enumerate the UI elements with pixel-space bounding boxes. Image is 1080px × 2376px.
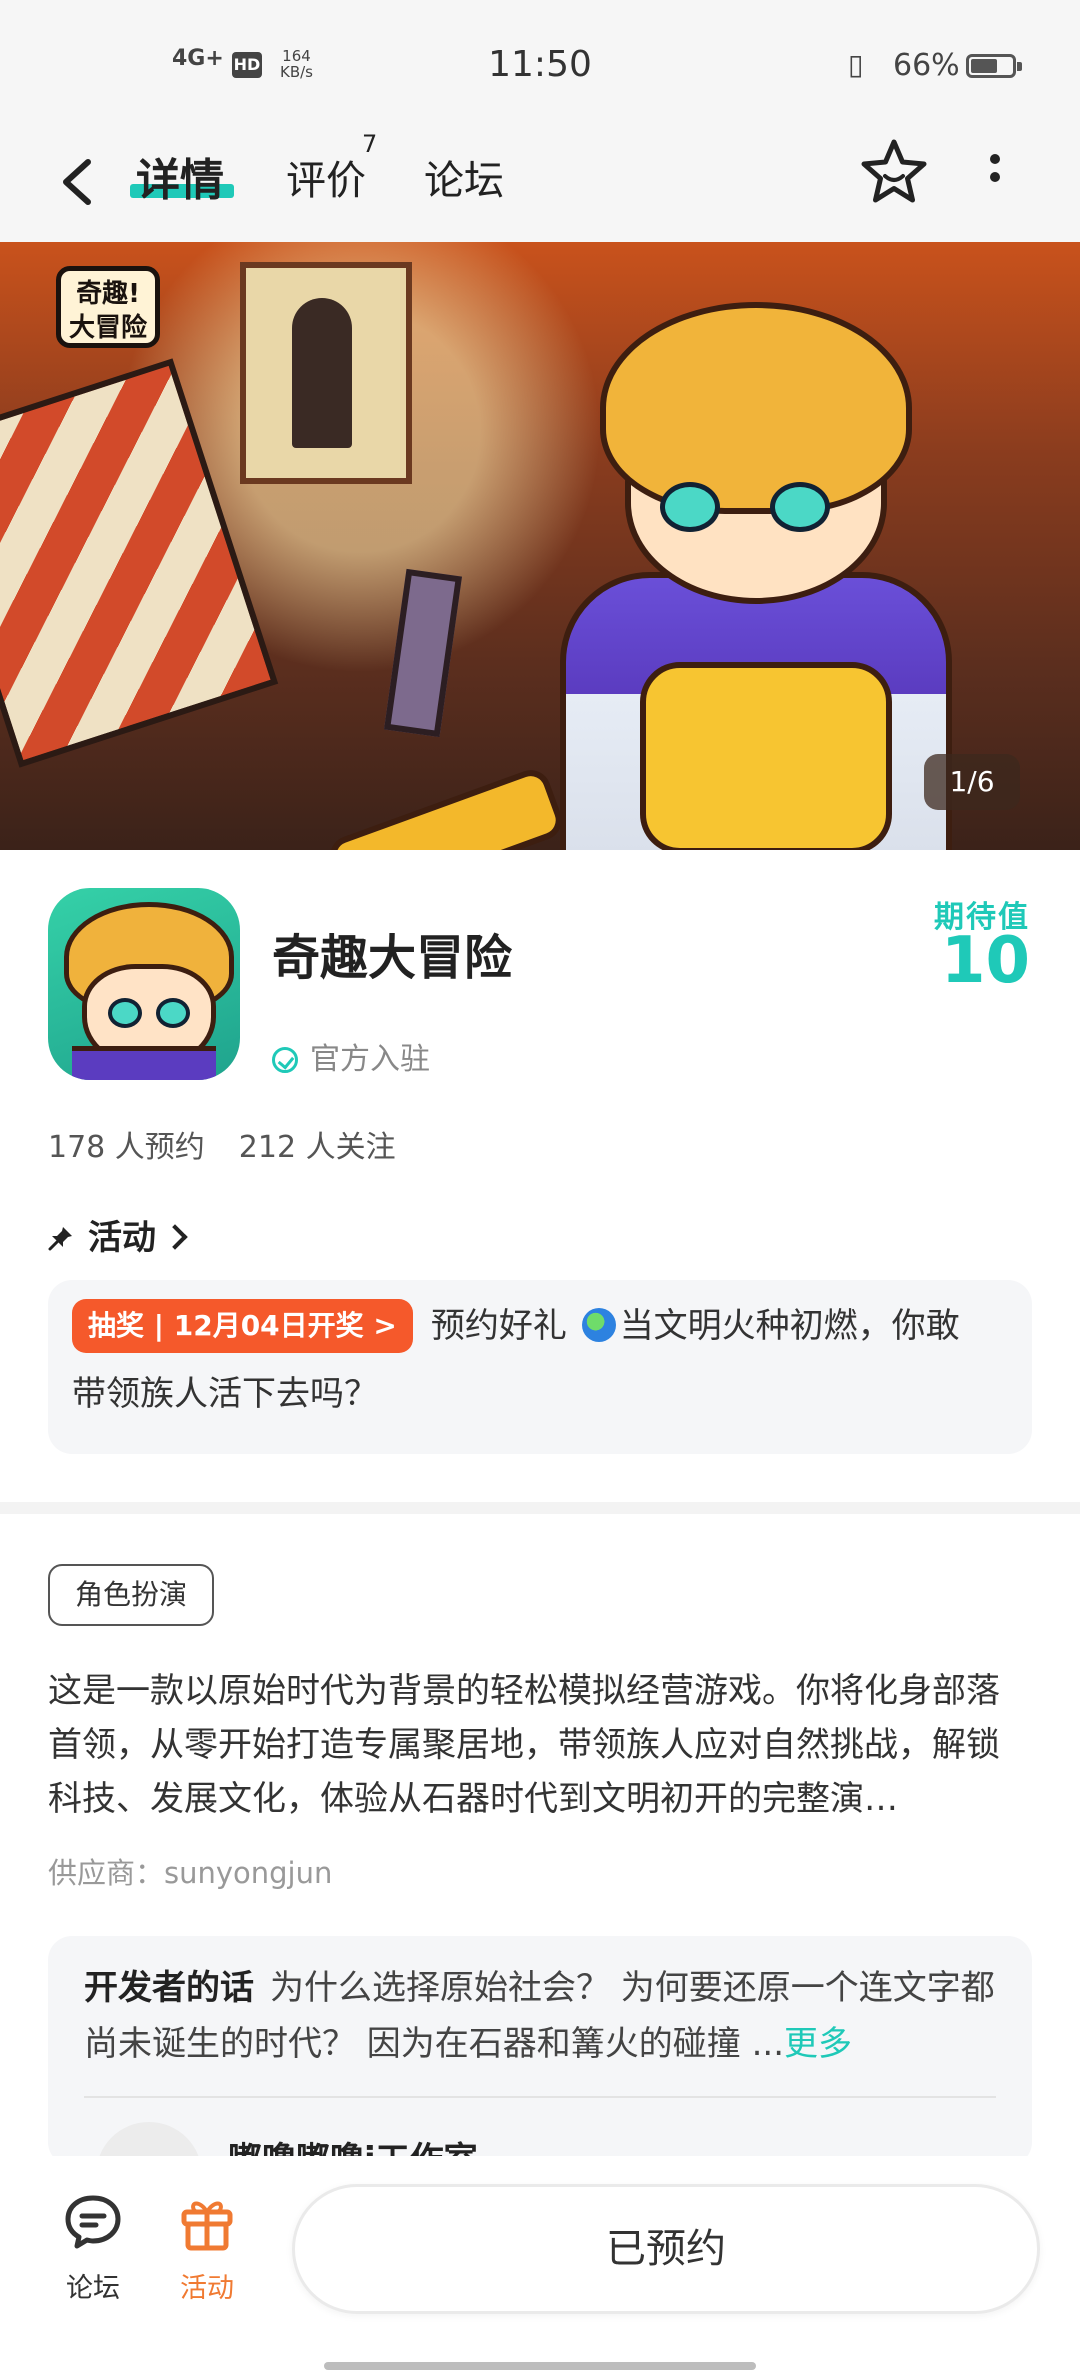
expectation-value: 10 xyxy=(940,924,1030,998)
pin-icon xyxy=(48,1227,72,1251)
tab-details[interactable]: 详情 xyxy=(130,144,234,208)
banner-hero-hair xyxy=(600,302,912,514)
battery-percent: 66% xyxy=(893,48,960,83)
banner-hero-eye xyxy=(660,482,720,532)
check-circle-icon xyxy=(272,1047,298,1073)
activity-card[interactable]: 抽奖 | 12月04日开奖 > 预约好礼 当文明火种初燃，你敢 带领族人活下去吗？ xyxy=(48,1280,1032,1454)
nav-bar: 详情 评价 7 论坛 xyxy=(0,120,1080,242)
banner-sword-guard-art xyxy=(324,764,568,850)
banner-hero-eye xyxy=(770,482,830,532)
banner-flag-art xyxy=(0,358,279,768)
tab-forum[interactable]: 论坛 xyxy=(424,148,504,206)
genre-tag[interactable]: 角色扮演 xyxy=(48,1564,214,1626)
gift-icon xyxy=(181,2201,233,2251)
lottery-tag[interactable]: 抽奖 | 12月04日开奖 > xyxy=(72,1299,413,1353)
bottom-action-bar: 论坛 活动 已预约 xyxy=(0,2156,1080,2376)
globe-icon xyxy=(581,1308,616,1342)
battery-icon xyxy=(966,54,1022,78)
reserved-button[interactable]: 已预约 xyxy=(292,2184,1040,2314)
banner-carousel[interactable] xyxy=(0,242,1080,850)
section-divider xyxy=(0,1502,1080,1514)
game-description[interactable]: 这是一款以原始时代为背景的轻松模拟经营游戏。你将化身部落首领，从零开始打造专属聚… xyxy=(48,1664,1032,1826)
star-icon[interactable] xyxy=(858,136,930,208)
bottom-tab-activity[interactable]: 活动 xyxy=(152,2192,262,2305)
official-badge: 官方入驻 xyxy=(272,1034,430,1078)
status-bar: 4G+ HD 164 KB/s 11:50 ▯ 66% xyxy=(0,0,1080,120)
bottom-tab-forum[interactable]: 论坛 xyxy=(38,2192,148,2305)
developer-note-label: 开发者的话 xyxy=(84,1968,254,2008)
tab-reviews[interactable]: 评价 xyxy=(286,148,366,206)
chevron-right-icon xyxy=(162,1224,188,1250)
back-icon[interactable] xyxy=(52,142,112,222)
forum-icon xyxy=(65,2195,121,2249)
more-icon[interactable] xyxy=(980,146,1010,206)
banner-sword-art xyxy=(383,568,463,738)
divider xyxy=(84,2096,996,2098)
follower-count: 212 人关注 xyxy=(238,1130,396,1165)
banner-poster-art xyxy=(240,262,412,484)
banner-hero-armor xyxy=(640,662,892,850)
app-icon xyxy=(48,888,240,1080)
app-title: 奇趣大冒险 xyxy=(272,930,513,986)
reviews-count-badge: 7 xyxy=(362,130,378,158)
activity-header[interactable]: 活动 xyxy=(48,1210,188,1259)
app-stats: 178 人预约 212 人关注 xyxy=(48,1122,396,1166)
supplier-text: 供应商：sunyongjun xyxy=(48,1856,333,1890)
developer-note-card[interactable]: 开发者的话 为什么选择原始社会？ 为何要还原一个连文字都尚未诞生的时代？ 因为在石… xyxy=(48,1936,1032,2166)
banner-page-counter: 1/6 xyxy=(924,754,1020,810)
more-link[interactable]: 更多 xyxy=(784,2024,852,2064)
reservation-count: 178 人预约 xyxy=(48,1130,205,1165)
home-indicator[interactable] xyxy=(324,2362,756,2370)
game-logo: 奇趣! 大冒险 xyxy=(56,266,160,348)
vibrate-icon: ▯ xyxy=(848,48,864,81)
